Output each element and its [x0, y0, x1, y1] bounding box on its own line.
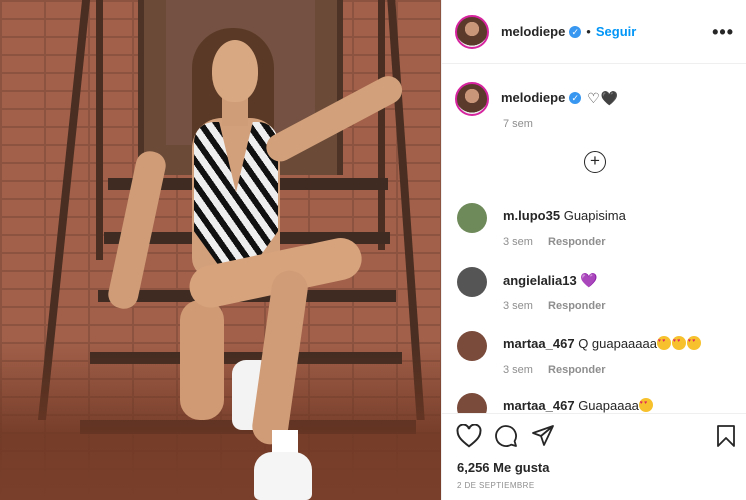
caption-text: ♡🖤	[587, 90, 620, 106]
commenter-avatar[interactable]	[457, 203, 487, 233]
more-options-icon[interactable]: •••	[712, 22, 734, 43]
stair-rail-right-inner	[378, 0, 385, 250]
follow-button[interactable]: Seguir	[596, 24, 636, 39]
comment-meta: 3 sem Responder	[503, 300, 606, 312]
figure-sneaker	[254, 452, 312, 500]
star-struck-emoji-icon	[671, 336, 686, 350]
reply-button[interactable]: Responder	[548, 364, 605, 376]
load-more-comments-button[interactable]: +	[584, 151, 606, 173]
comment-text: angielalia13 💜	[503, 272, 598, 289]
commenter-avatar[interactable]	[457, 331, 487, 361]
caption-avatar[interactable]	[455, 82, 489, 116]
verified-badge-icon: ✓	[569, 92, 582, 104]
post-photo[interactable]	[0, 0, 441, 500]
commenter-username[interactable]: martaa_467	[503, 336, 575, 351]
verified-badge-icon: ✓	[569, 25, 582, 38]
figure-leg	[180, 300, 224, 420]
post-date[interactable]: 2 DE SEPTIEMBRE	[457, 481, 535, 490]
comment-body: Guapisima	[563, 208, 626, 223]
bookmark-icon[interactable]	[716, 424, 736, 448]
reply-button[interactable]: Responder	[548, 300, 605, 312]
purple-heart-emoji: 💜	[580, 272, 598, 288]
comment-text: martaa_467 Q guapaaaaa	[503, 336, 702, 351]
caption-time[interactable]: 7 sem	[503, 118, 533, 130]
author-username[interactable]: melodiepe	[501, 24, 565, 39]
comment-icon[interactable]	[494, 424, 518, 448]
comment-text: martaa_467 Guapaaaa	[503, 398, 654, 413]
caption-username[interactable]: melodiepe	[501, 90, 565, 105]
figure-face	[212, 40, 258, 102]
caption: melodiepe ✓ ♡🖤	[455, 82, 619, 116]
separator-dot: •	[586, 24, 591, 39]
post-side-panel: melodiepe ✓ • Seguir ••• melodiepe ✓ ♡🖤 …	[441, 0, 746, 500]
heart-outline-icon[interactable]	[456, 424, 482, 448]
comment-time[interactable]: 3 sem	[503, 364, 533, 376]
commenter-username[interactable]: m.lupo35	[503, 208, 560, 223]
comment-text: m.lupo35 Guapisima	[503, 208, 626, 223]
comment-body: Guapaaaa	[578, 398, 639, 413]
comment-time[interactable]: 3 sem	[503, 236, 533, 248]
reply-button[interactable]: Responder	[548, 236, 605, 248]
commenter-avatar[interactable]	[457, 267, 487, 297]
star-struck-emoji-icon	[638, 398, 653, 412]
comment-body: Q guapaaaaa	[578, 336, 657, 351]
author-avatar[interactable]	[455, 14, 489, 49]
comment-meta: 3 sem Responder	[503, 364, 606, 376]
comment-meta: 3 sem Responder	[503, 236, 606, 248]
likes-count[interactable]: 6,256 Me gusta	[457, 460, 550, 475]
post-actions: 6,256 Me gusta 2 DE SEPTIEMBRE	[442, 413, 746, 500]
post-header: melodiepe ✓ • Seguir •••	[442, 0, 746, 64]
star-struck-emoji-icon	[686, 336, 701, 350]
paper-plane-icon[interactable]	[531, 424, 555, 448]
commenter-username[interactable]: martaa_467	[503, 398, 575, 413]
comment-time[interactable]: 3 sem	[503, 300, 533, 312]
star-struck-emoji-icon	[656, 336, 671, 350]
commenter-username[interactable]: angielalia13	[503, 273, 577, 288]
stair-rail-left-inner	[96, 0, 103, 260]
